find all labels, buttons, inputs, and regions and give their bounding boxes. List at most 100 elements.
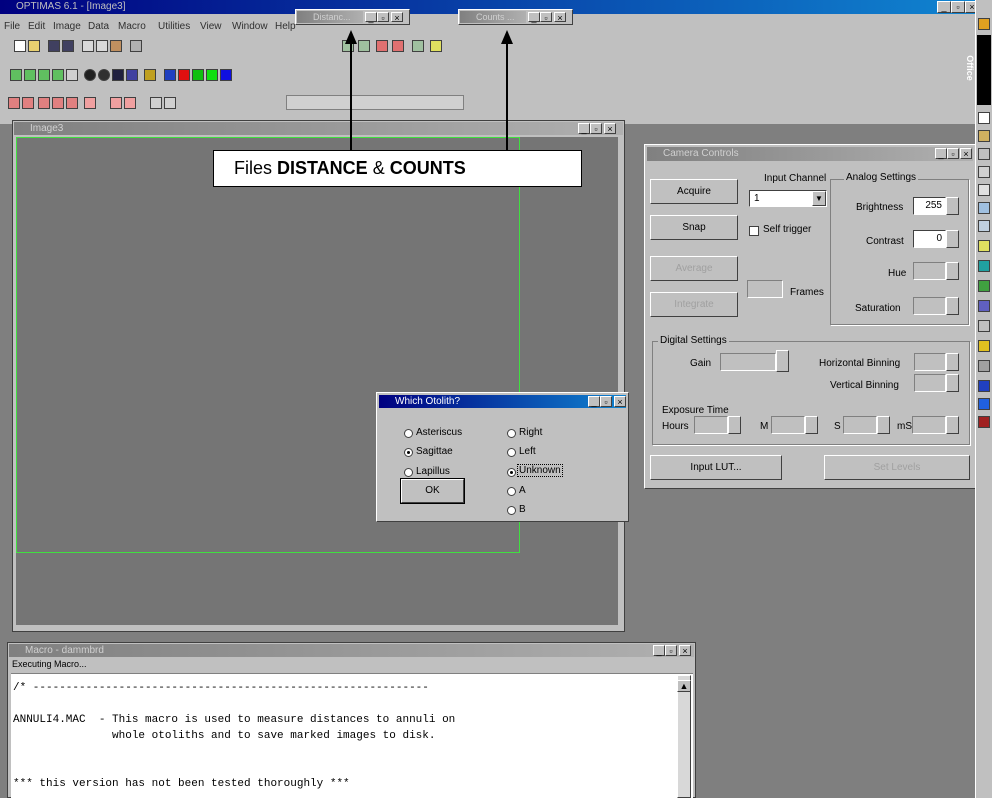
radio-asteriscus[interactable] xyxy=(404,429,413,438)
office-icon-5[interactable] xyxy=(978,166,990,178)
hue-spinner[interactable] xyxy=(946,262,959,280)
hours-label: Hours xyxy=(662,421,689,432)
office-icon-12[interactable] xyxy=(978,300,990,312)
office-icon-6[interactable] xyxy=(978,184,990,196)
seconds-label: S xyxy=(834,421,841,432)
input-channel-select[interactable]: 1 ▼ xyxy=(749,190,827,207)
radio-right[interactable] xyxy=(507,429,516,438)
macro-maximize-button[interactable]: ▫ xyxy=(665,645,677,656)
office-icon-7[interactable] xyxy=(978,202,990,214)
saturation-field[interactable] xyxy=(913,297,946,315)
arrow-head-counts xyxy=(501,30,513,44)
brightness-field[interactable]: 255 xyxy=(913,197,946,215)
annotation-prefix: Files xyxy=(234,158,278,178)
minutes-spinner[interactable] xyxy=(805,416,818,434)
snap-button[interactable]: Snap xyxy=(650,215,738,240)
scroll-up-button[interactable]: ▲ xyxy=(677,680,691,692)
camera-title: Camera Controls xyxy=(663,148,739,159)
contrast-spinner[interactable] xyxy=(946,230,959,248)
brightness-value: 255 xyxy=(925,200,942,211)
input-lut-button[interactable]: Input LUT... xyxy=(650,455,782,480)
gain-field[interactable] xyxy=(720,353,776,371)
gain-spinner[interactable] xyxy=(776,350,789,372)
hours-field[interactable] xyxy=(694,416,728,434)
saturation-spinner[interactable] xyxy=(946,297,959,315)
sagittae-label: Sagittae xyxy=(416,446,453,457)
vertical-binning-field[interactable] xyxy=(914,374,946,392)
input-channel-value: 1 xyxy=(754,193,760,204)
acquire-button[interactable]: Acquire xyxy=(650,179,738,204)
radio-unknown[interactable] xyxy=(507,468,516,477)
camera-maximize-button[interactable]: ▫ xyxy=(947,148,959,159)
average-button[interactable]: Average xyxy=(650,256,738,281)
office-icon-17[interactable] xyxy=(978,398,990,410)
vertical-binning-spinner[interactable] xyxy=(946,374,959,392)
self-trigger-label: Self trigger xyxy=(763,224,812,235)
contrast-field[interactable]: 0 xyxy=(913,230,946,248)
radio-a[interactable] xyxy=(507,487,516,496)
frames-field[interactable] xyxy=(747,280,783,298)
office-icon-4[interactable] xyxy=(978,148,990,160)
horizontal-binning-spinner[interactable] xyxy=(946,353,959,371)
otolith-maximize-button[interactable]: ▫ xyxy=(600,396,612,407)
snap-label: Snap xyxy=(682,222,706,233)
office-label: Office xyxy=(964,55,975,81)
radio-lapillus[interactable] xyxy=(404,468,413,477)
integrate-button[interactable]: Integrate xyxy=(650,292,738,317)
ok-button[interactable]: OK xyxy=(400,478,465,504)
office-icon-18[interactable] xyxy=(978,416,990,428)
camera-minimize-button[interactable]: _ xyxy=(935,148,947,159)
office-icon-13[interactable] xyxy=(978,320,990,332)
hours-spinner[interactable] xyxy=(728,416,741,434)
macro-title-bar[interactable]: Macro - dammbrd xyxy=(9,644,694,657)
office-icon-1[interactable] xyxy=(978,18,990,30)
contrast-label: Contrast xyxy=(866,236,904,247)
frames-label: Frames xyxy=(790,287,824,298)
radio-sagittae[interactable] xyxy=(404,448,413,457)
horizontal-binning-field[interactable] xyxy=(914,353,946,371)
office-icon-15[interactable] xyxy=(978,360,990,372)
minutes-label: M xyxy=(760,421,769,432)
radio-b[interactable] xyxy=(507,506,516,515)
annotation-distance: DISTANCE xyxy=(277,158,368,178)
macro-minimize-button[interactable]: _ xyxy=(653,645,665,656)
office-icon-3[interactable] xyxy=(978,130,990,142)
office-icon-9[interactable] xyxy=(978,240,990,252)
a-label: A xyxy=(519,485,526,496)
integrate-label: Integrate xyxy=(674,299,714,310)
vertical-binning-label: Vertical Binning xyxy=(830,380,899,391)
annotation-counts: COUNTS xyxy=(389,158,466,178)
right-label: Right xyxy=(519,427,543,438)
seconds-field[interactable] xyxy=(843,416,877,434)
office-icon-16[interactable] xyxy=(978,380,990,392)
lapillus-label: Lapillus xyxy=(416,466,450,477)
set-levels-button[interactable]: Set Levels xyxy=(824,455,970,480)
office-icon-8[interactable] xyxy=(978,220,990,232)
macro-scrollbar[interactable] xyxy=(677,675,691,798)
set-levels-label: Set Levels xyxy=(873,462,921,473)
brightness-spinner[interactable] xyxy=(946,197,959,215)
hue-field[interactable] xyxy=(913,262,946,280)
camera-title-bar[interactable]: Camera Controls xyxy=(647,147,973,161)
unknown-label: Unknown xyxy=(517,464,563,477)
seconds-spinner[interactable] xyxy=(877,416,890,434)
office-icon-14[interactable] xyxy=(978,340,990,352)
annotation-mid: & xyxy=(367,158,390,178)
radio-left[interactable] xyxy=(507,448,516,457)
minutes-field[interactable] xyxy=(771,416,805,434)
horizontal-binning-label: Horizontal Binning xyxy=(819,358,901,369)
office-icon-10[interactable] xyxy=(978,260,990,272)
otolith-close-button[interactable]: × xyxy=(614,396,626,407)
office-icon-11[interactable] xyxy=(978,280,990,292)
self-trigger-checkbox[interactable] xyxy=(749,226,759,236)
milliseconds-field[interactable] xyxy=(912,416,946,434)
office-icon-2[interactable] xyxy=(978,112,990,124)
brightness-label: Brightness xyxy=(856,202,904,213)
macro-close-button[interactable]: × xyxy=(679,645,691,656)
milliseconds-spinner[interactable] xyxy=(946,416,959,434)
asteriscus-label: Asteriscus xyxy=(416,427,463,438)
chevron-down-icon[interactable]: ▼ xyxy=(812,191,826,206)
gain-label: Gain xyxy=(690,358,712,369)
camera-close-button[interactable]: × xyxy=(960,148,972,159)
otolith-minimize-button[interactable]: _ xyxy=(588,396,600,407)
